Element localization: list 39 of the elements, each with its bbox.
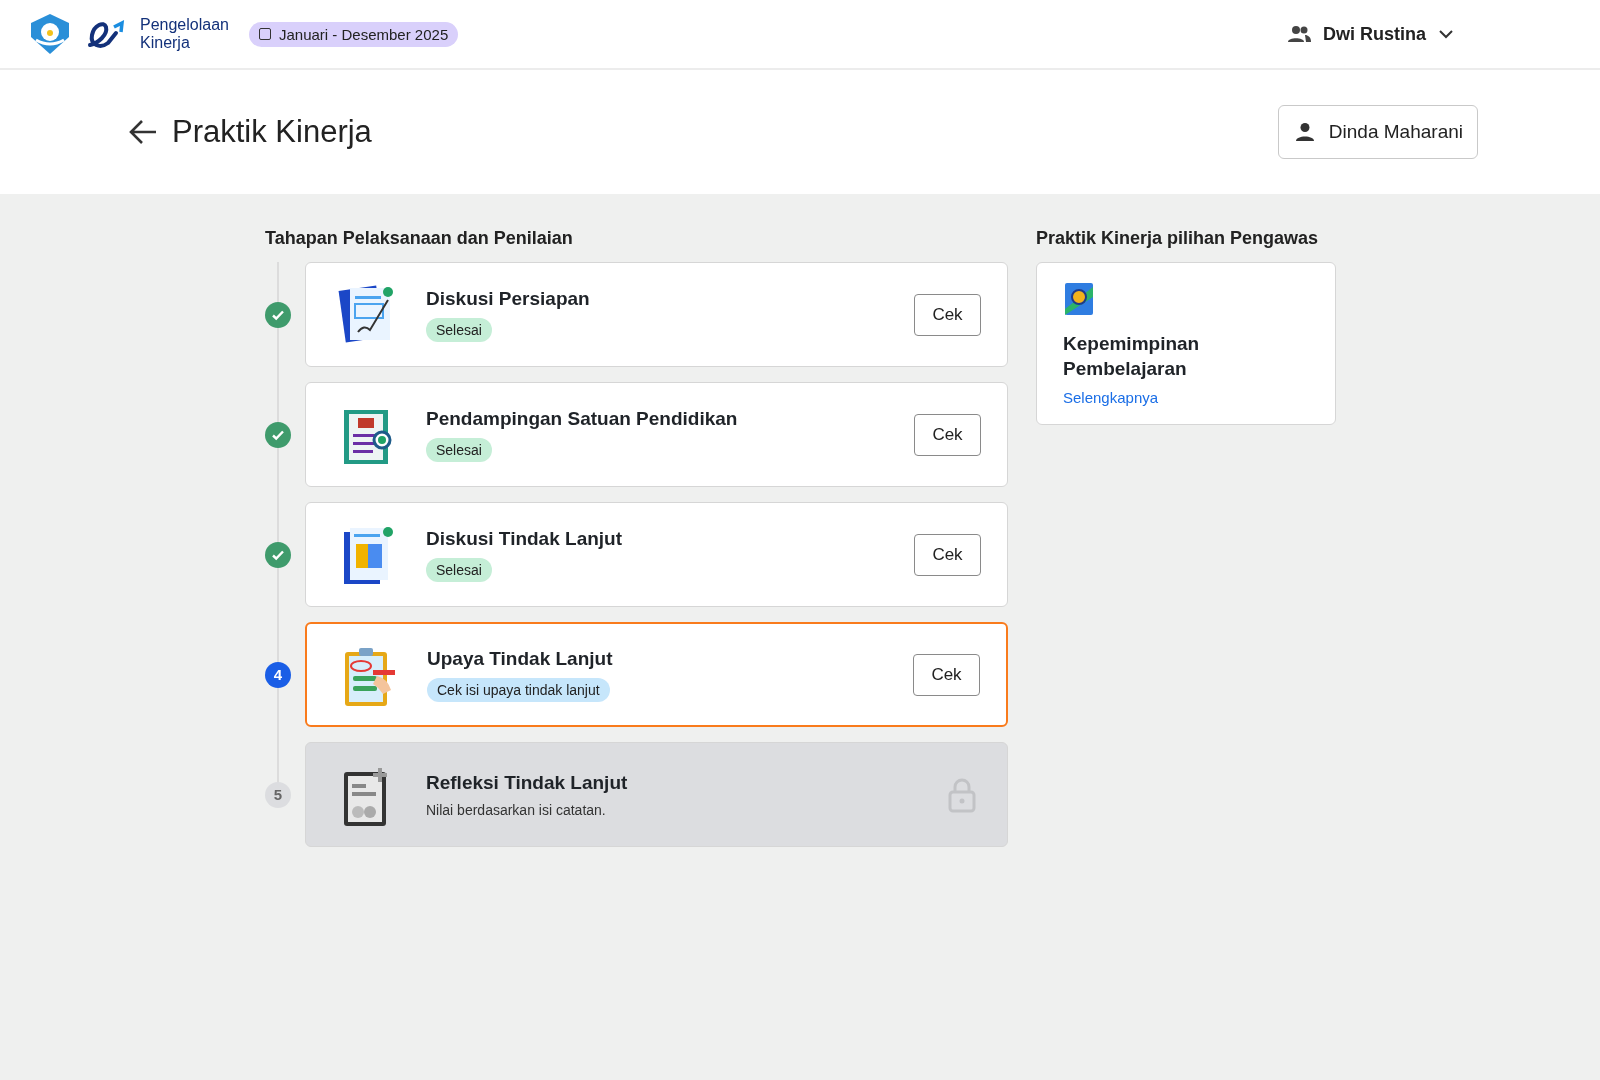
status-badge: Selesai <box>426 317 492 342</box>
section-heading: Praktik Kinerja pilihan Pengawas <box>1036 228 1320 249</box>
back-button[interactable] <box>128 119 158 145</box>
step-card[interactable]: Diskusi Tindak Lanjut Selesai Cek <box>305 502 1008 607</box>
step-card[interactable]: Diskusi Persiapan Selesai Cek <box>305 262 1008 367</box>
check-button[interactable]: Cek <box>914 413 981 456</box>
step-number: 4 <box>265 661 291 688</box>
status-badge: Selesai <box>426 437 492 462</box>
step-title: Upaya Tindak Lanjut <box>427 647 613 670</box>
emblem-logo-icon <box>28 12 72 56</box>
step-title: Diskusi Tindak Lanjut <box>426 527 623 550</box>
details-link[interactable]: Selengkapnya <box>1063 389 1159 406</box>
logo-text: Pengelolaan <box>140 16 229 34</box>
practice-title: Kepemimpinan Pembelajaran <box>1063 332 1201 381</box>
step-title: Refleksi Tindak Lanjut <box>426 771 628 794</box>
logo-text: Kinerja <box>140 34 191 52</box>
step-note: Nilai berdasarkan isi catatan. <box>426 801 606 818</box>
check-button[interactable]: Cek <box>914 293 981 336</box>
step-card[interactable]: Upaya Tindak Lanjut Cek isi upaya tindak lanjut Cek <box>305 622 1008 727</box>
status-badge: Cek isi upaya tindak lanjut <box>427 677 610 702</box>
check-button[interactable]: Cek <box>914 533 981 576</box>
step-title: Diskusi Persiapan <box>426 287 590 310</box>
square-icon <box>258 28 271 40</box>
step-card[interactable]: Refleksi Tindak Lanjut Nilai berdasarkan isi catatan. <box>305 742 1008 847</box>
person-icon <box>1294 122 1315 142</box>
check-button[interactable]: Cek <box>913 653 980 696</box>
user-menu[interactable]: Dwi Rustina <box>1281 22 1460 46</box>
period-badge: Januari - Desember 2025 <box>248 21 459 47</box>
page-title: Praktik Kinerja <box>172 114 373 150</box>
step-number: 5 <box>265 781 291 808</box>
arrow-left-icon <box>128 119 158 145</box>
logo-mark-icon <box>86 17 126 51</box>
step-card[interactable]: Pendampingan Satuan Pendidikan Selesai Cek <box>305 382 1008 487</box>
users-icon <box>1287 24 1311 44</box>
step-title: Pendampingan Satuan Pendidikan <box>426 407 738 430</box>
person-button[interactable]: Dinda Maharani <box>1277 105 1478 159</box>
status-badge: Selesai <box>426 557 492 582</box>
lock-icon <box>947 776 977 813</box>
section-heading: Tahapan Pelaksanaan dan Penilaian <box>265 228 574 249</box>
